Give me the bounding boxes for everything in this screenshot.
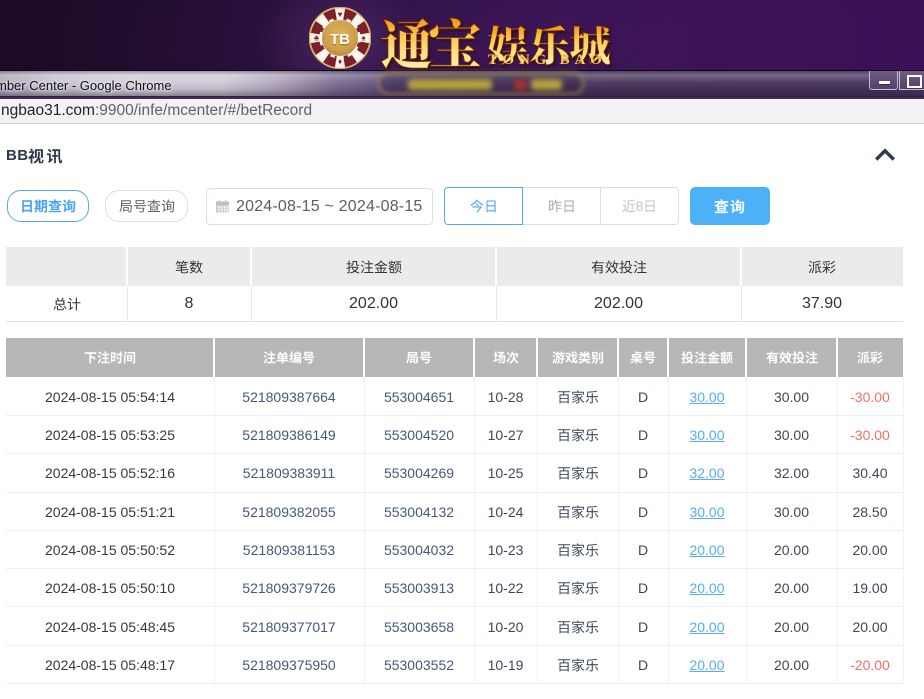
- svg-text:♣: ♣: [314, 34, 320, 43]
- svg-text:TB: TB: [330, 31, 350, 48]
- svg-text:♦: ♦: [355, 50, 359, 59]
